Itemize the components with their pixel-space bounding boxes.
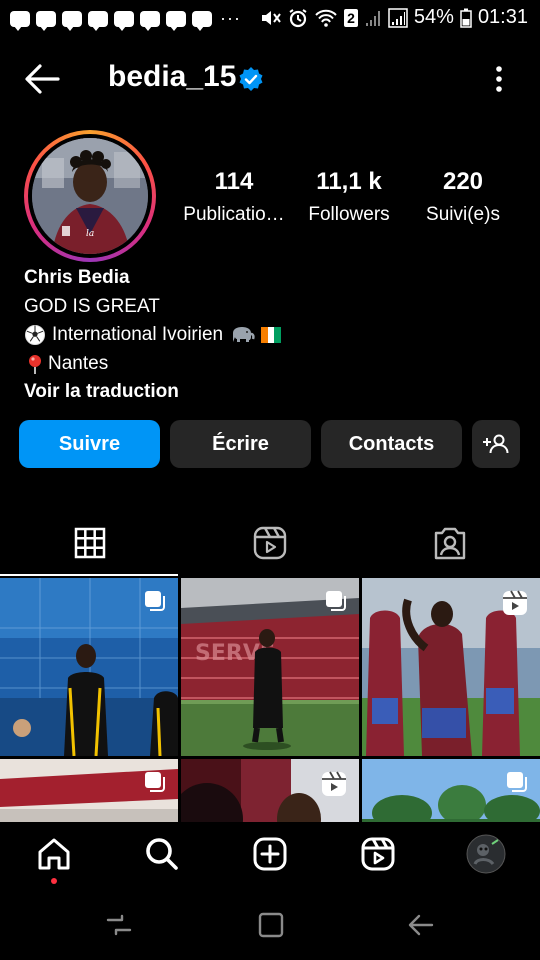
tab-posts-grid[interactable] (0, 512, 180, 574)
nav-search[interactable] (142, 834, 182, 874)
profile-full-name: Chris Bedia (24, 267, 130, 288)
stat-following[interactable]: 220 Suivi(e)s (412, 168, 514, 226)
message-notification-icon (62, 10, 82, 31)
following-count: 220 (442, 168, 484, 195)
reel-post-icon (503, 590, 527, 615)
verified-badge-icon (238, 66, 264, 92)
notification-dot (51, 878, 57, 884)
home-button-icon[interactable] (256, 910, 286, 940)
reel-post-icon (322, 771, 346, 796)
create-icon (253, 837, 287, 871)
bio-line: International Ivoirien (24, 321, 282, 350)
posts-label: Publicatio… (183, 204, 285, 225)
message-notification-icon (10, 10, 30, 31)
nav-reels[interactable] (358, 834, 398, 874)
grid-icon (74, 527, 106, 559)
battery-icon (460, 8, 472, 28)
tab-tagged[interactable] (360, 512, 540, 574)
back-arrow-icon[interactable] (22, 62, 62, 96)
system-navigation-bar (0, 888, 540, 960)
profile-avatar (466, 834, 506, 874)
followers-count: 11,1 k (316, 168, 382, 195)
sim-badge: 2 (344, 8, 358, 27)
kebab-menu-icon[interactable] (494, 64, 504, 94)
home-icon (38, 838, 70, 870)
bio-line: Nantes (24, 350, 281, 379)
carousel-icon (326, 591, 346, 611)
following-label: Suivi(e)s (426, 204, 500, 225)
message-notification-icon (36, 10, 56, 31)
profile-header: bedia_15 (0, 48, 540, 108)
grid-post[interactable] (362, 759, 540, 822)
message-notification-icon (88, 10, 108, 31)
profile-bio: Chris Bedia GOD IS GREAT International I… (24, 264, 282, 407)
bio-location: Nantes (48, 352, 109, 374)
system-status: 2 54% 01:31 (260, 6, 528, 29)
suggested-accounts-button[interactable] (472, 420, 520, 468)
message-notification-icon (192, 10, 212, 31)
reels-icon (361, 837, 395, 871)
profile-avatar-story-ring[interactable]: la (24, 130, 156, 262)
profile-username: bedia_15 (108, 60, 237, 93)
search-icon (146, 838, 178, 870)
notification-icons: ··· (10, 8, 241, 31)
message-notification-icon (140, 10, 160, 31)
wifi-icon (315, 9, 337, 27)
clock: 01:31 (477, 6, 528, 28)
grid-post[interactable] (362, 578, 540, 756)
message-button[interactable]: Écrire (170, 420, 311, 468)
tab-reels[interactable] (180, 512, 360, 574)
reels-icon (253, 526, 287, 560)
bottom-navigation (0, 822, 540, 888)
posts-count: 114 (214, 168, 254, 195)
carousel-icon (145, 591, 165, 611)
message-notification-icon (114, 10, 134, 31)
back-button-icon[interactable] (406, 910, 436, 940)
elephant-icon (233, 327, 255, 343)
stat-followers[interactable]: 11,1 k Followers (294, 168, 404, 226)
location-pin-icon (29, 354, 41, 374)
more-notifications-dots: ··· (220, 8, 241, 28)
status-bar: ··· 2 54% 01:31 (0, 0, 540, 38)
profile-tabs (0, 512, 540, 576)
profile-avatar: la (32, 138, 148, 254)
nav-create[interactable] (250, 834, 290, 874)
see-translation-link[interactable]: Voir la traduction (24, 378, 281, 407)
alarm-icon (289, 8, 307, 27)
signal-icon (388, 7, 408, 28)
recent-apps-icon[interactable] (104, 910, 134, 940)
grid-post[interactable]: SERVE (181, 578, 359, 756)
active-tab-indicator (0, 574, 178, 576)
svg-text:la: la (86, 229, 94, 239)
grid-post[interactable] (181, 759, 359, 822)
grid-post[interactable] (0, 578, 178, 756)
nav-home[interactable] (34, 834, 74, 874)
ivory-coast-flag-icon (261, 327, 282, 344)
nav-profile[interactable] (466, 834, 506, 874)
mute-icon (262, 10, 281, 25)
soccer-ball-icon (25, 325, 45, 346)
carousel-icon (145, 772, 165, 792)
contacts-button[interactable]: Contacts (321, 420, 462, 468)
tagged-icon (434, 527, 466, 560)
message-notification-icon (166, 10, 186, 31)
battery-percent: 54% (413, 6, 454, 28)
follow-button[interactable]: Suivre (19, 420, 160, 468)
bio-line: GOD IS GREAT (24, 295, 160, 317)
bio-text: International Ivoirien (52, 324, 224, 345)
followers-label: Followers (308, 204, 390, 225)
add-person-icon (483, 434, 509, 454)
stat-posts[interactable]: 114 Publicatio… (174, 168, 294, 226)
posts-grid: SERVE (0, 578, 540, 822)
signal-icon (365, 10, 380, 26)
grid-post[interactable] (0, 759, 178, 822)
carousel-icon (507, 772, 527, 792)
